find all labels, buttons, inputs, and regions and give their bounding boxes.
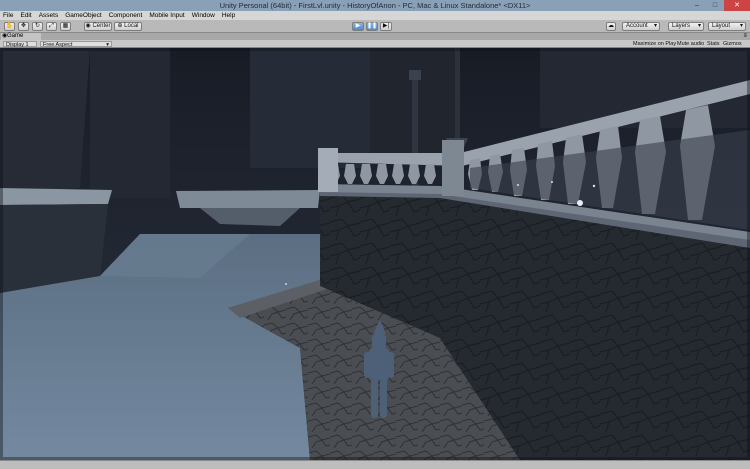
local-icon: ⊕ <box>117 23 123 29</box>
menu-gameobject[interactable]: GameObject <box>65 11 102 20</box>
chevron-down-icon: ▾ <box>653 23 657 29</box>
view-tab-bar: ◉ Game ≡ <box>0 33 750 40</box>
layout-dropdown[interactable]: Layout ▾ <box>708 22 746 31</box>
mute-label: Mute audio <box>677 41 705 47</box>
close-icon[interactable]: ✕ <box>724 0 750 11</box>
play-icon[interactable]: ▶ <box>352 22 364 31</box>
account-dropdown[interactable]: Account ▾ <box>622 22 660 31</box>
pivot-icon: ◉ <box>85 23 91 29</box>
menu-bar: File Edit Assets GameObject Component Mo… <box>0 11 750 20</box>
menu-mobile-input[interactable]: Mobile Input <box>149 11 184 20</box>
tab-game[interactable]: ◉ Game <box>1 33 41 40</box>
pivot-center-button[interactable]: ◉ Center <box>84 22 112 31</box>
maximize-label: Maximize on Play <box>633 41 677 47</box>
step-icon[interactable]: ▶| <box>380 22 392 31</box>
maximize-on-play-toggle[interactable]: Maximize on Play <box>633 41 676 47</box>
space-local-button[interactable]: ⊕ Local <box>114 22 142 31</box>
window-title: Unity Personal (64bit) - FirstLvl.unity … <box>219 1 531 10</box>
chevron-down-icon: ▾ <box>697 23 701 29</box>
account-label: Account <box>626 23 648 29</box>
game-icon: ◉ <box>2 33 8 39</box>
stats-label: Stats <box>707 41 720 47</box>
layers-dropdown[interactable]: Layers ▾ <box>668 22 704 31</box>
space-label: Local <box>124 23 139 29</box>
mute-audio-toggle[interactable]: Mute audio <box>677 41 704 47</box>
cloud-icon[interactable]: ☁ <box>606 22 616 31</box>
gizmos-label: Gizmos <box>723 41 742 47</box>
status-bar <box>0 460 750 469</box>
menu-file[interactable]: File <box>3 11 13 20</box>
game-view-controls: Display 1 Free Aspect ▾ Maximize on Play… <box>0 40 750 48</box>
stats-toggle[interactable]: Stats <box>707 41 720 47</box>
aspect-dropdown[interactable]: Free Aspect ▾ <box>40 41 112 48</box>
menu-help[interactable]: Help <box>222 11 235 20</box>
tab-game-label: Game <box>7 33 24 39</box>
layers-label: Layers <box>672 23 691 29</box>
window-titlebar: Unity Personal (64bit) - FirstLvl.unity … <box>0 0 750 11</box>
menu-window[interactable]: Window <box>192 11 215 20</box>
chevron-down-icon: ▾ <box>739 23 743 29</box>
menu-assets[interactable]: Assets <box>39 11 59 20</box>
display-dropdown[interactable]: Display 1 <box>3 41 37 48</box>
menu-edit[interactable]: Edit <box>20 11 31 20</box>
move-tool-icon[interactable]: ✥ <box>18 22 29 31</box>
scale-tool-icon[interactable]: ⤢ <box>46 22 57 31</box>
menu-component[interactable]: Component <box>109 11 143 20</box>
window-controls: – □ ✕ <box>688 0 750 11</box>
hand-tool-icon[interactable]: ✋ <box>4 22 15 31</box>
pause-icon[interactable]: ❚❚ <box>366 22 378 31</box>
pivot-label: Center <box>92 23 111 29</box>
layout-label: Layout <box>712 23 731 29</box>
rotate-tool-icon[interactable]: ↻ <box>32 22 43 31</box>
gizmos-dropdown[interactable]: Gizmos <box>723 41 742 47</box>
minimize-icon[interactable]: – <box>688 0 706 11</box>
game-viewport[interactable] <box>0 48 750 460</box>
main-toolbar: ✋ ✥ ↻ ⤢ ▦ ◉ Center ⊕ Local ▶ ❚❚ ▶| ☁ Acc… <box>0 20 750 33</box>
rect-tool-icon[interactable]: ▦ <box>60 22 71 31</box>
game-scene <box>0 48 750 460</box>
tab-menu-icon[interactable]: ≡ <box>743 33 747 40</box>
maximize-icon[interactable]: □ <box>706 0 724 11</box>
